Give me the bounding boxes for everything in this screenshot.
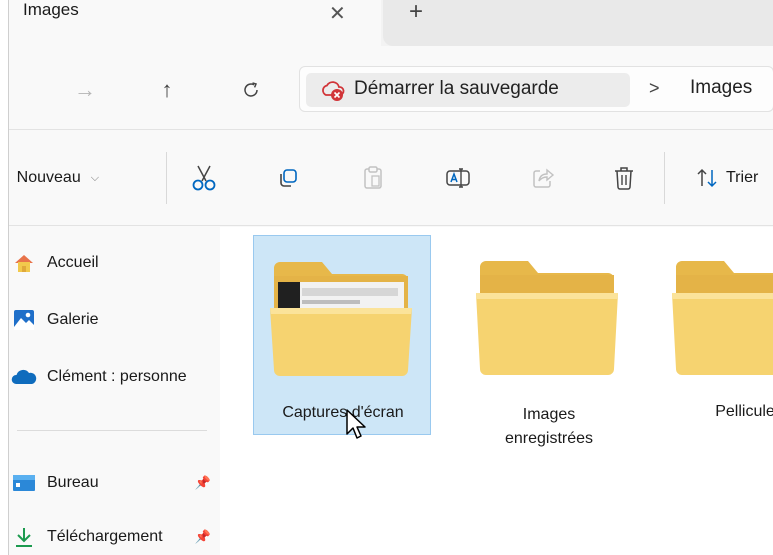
sidebar-item-label: Bureau <box>47 474 99 491</box>
folder-icon <box>270 262 412 376</box>
close-tab-icon[interactable]: ✕ <box>329 4 346 24</box>
paste-button[interactable] <box>357 162 389 194</box>
folder-icon <box>672 261 773 375</box>
backup-label: Démarrer la sauvegarde <box>354 78 559 99</box>
forward-button[interactable]: → <box>67 72 103 108</box>
folder-name-line: Images <box>522 406 576 423</box>
sidebar-item-label: Téléchargement <box>47 528 163 545</box>
up-button[interactable]: ↑ <box>149 72 185 108</box>
refresh-icon <box>244 82 258 97</box>
tab-strip: Images ✕ + <box>9 0 773 46</box>
scissors-icon <box>192 165 216 191</box>
folder-captures[interactable]: Captures d'écran <box>253 235 431 435</box>
breadcrumb-images[interactable]: Images <box>690 77 752 99</box>
sidebar-item-home[interactable]: Accueil <box>9 248 219 278</box>
command-separator <box>166 152 167 204</box>
address-row: → ↑ Démarrer la sauvegarde > Images <box>9 46 773 130</box>
command-bar: ) Nouveau ⌵ <box>9 130 773 226</box>
folder-name: Images enregistrées <box>460 403 638 451</box>
forward-arrow-icon: → <box>74 77 96 102</box>
chevron-down-icon: ⌵ <box>90 171 100 184</box>
desktop-icon <box>11 472 37 494</box>
share-icon <box>533 168 555 188</box>
sidebar-item-onedrive[interactable]: Clément : personne <box>9 362 219 392</box>
folder-name: Pellicule <box>715 403 773 420</box>
new-label: Nouveau <box>16 169 81 186</box>
sort-label: Trier <box>726 169 759 186</box>
rename-icon <box>446 168 470 188</box>
copy-icon <box>280 169 297 187</box>
onedrive-cloud-icon <box>11 366 37 388</box>
folder-pellicule[interactable]: Pellicule <box>656 235 773 435</box>
home-icon <box>11 252 37 274</box>
tab-title: Images <box>23 0 79 19</box>
new-tab-button[interactable]: + <box>409 0 423 24</box>
navigation-pane: Accueil Galerie Clément : personne Burea… <box>9 227 219 555</box>
rename-button[interactable] <box>442 162 474 194</box>
folder-images-enregistrees[interactable]: Images enregistrées <box>460 235 638 447</box>
pin-icon[interactable]: 📌 <box>195 475 211 491</box>
folder-name-line: enregistrées <box>504 430 594 447</box>
sidebar-item-label: Galerie <box>47 311 99 328</box>
copy-button[interactable] <box>272 162 304 194</box>
command-separator <box>664 152 665 204</box>
sort-icon <box>697 168 717 188</box>
sidebar-item-label: Accueil <box>47 254 99 271</box>
sidebar-item-gallery[interactable]: Galerie <box>9 305 219 335</box>
breadcrumb-separator[interactable]: > <box>649 78 660 99</box>
address-bar[interactable]: Démarrer la sauvegarde > Images <box>299 66 773 112</box>
delete-button[interactable] <box>608 162 640 194</box>
file-explorer-window: Images ✕ + → ↑ Démarrer la sauvegarde > … <box>8 0 773 555</box>
new-tab-area: + <box>383 0 773 46</box>
folder-name: Captures d'écran <box>282 404 404 421</box>
gallery-icon <box>11 309 37 331</box>
folder-icon <box>476 261 618 375</box>
sort-button[interactable]: Trier <box>696 163 758 193</box>
mouse-cursor-icon <box>346 409 366 439</box>
clipboard-icon <box>364 166 382 189</box>
new-button[interactable]: ) Nouveau ⌵ <box>8 163 100 193</box>
sidebar-item-desktop[interactable]: Bureau 📌 <box>9 468 219 498</box>
file-list: Captures d'écran Images enregistrées Pel… <box>220 227 773 555</box>
download-icon <box>11 526 37 548</box>
backup-cloud-icon <box>322 81 345 101</box>
tab-images[interactable]: Images ✕ <box>9 0 381 46</box>
up-arrow-icon: ↑ <box>161 77 173 102</box>
sidebar-divider <box>17 430 207 431</box>
sidebar-item-label: Clément : personne <box>47 368 187 385</box>
backup-button[interactable]: Démarrer la sauvegarde <box>306 73 630 107</box>
share-button[interactable] <box>527 162 559 194</box>
pin-icon[interactable]: 📌 <box>195 529 211 545</box>
refresh-button[interactable] <box>233 72 269 108</box>
cut-button[interactable] <box>188 162 220 194</box>
trash-icon <box>615 167 633 190</box>
sidebar-item-downloads[interactable]: Téléchargement 📌 <box>9 522 219 552</box>
new-plus-icon: ) <box>8 168 9 188</box>
